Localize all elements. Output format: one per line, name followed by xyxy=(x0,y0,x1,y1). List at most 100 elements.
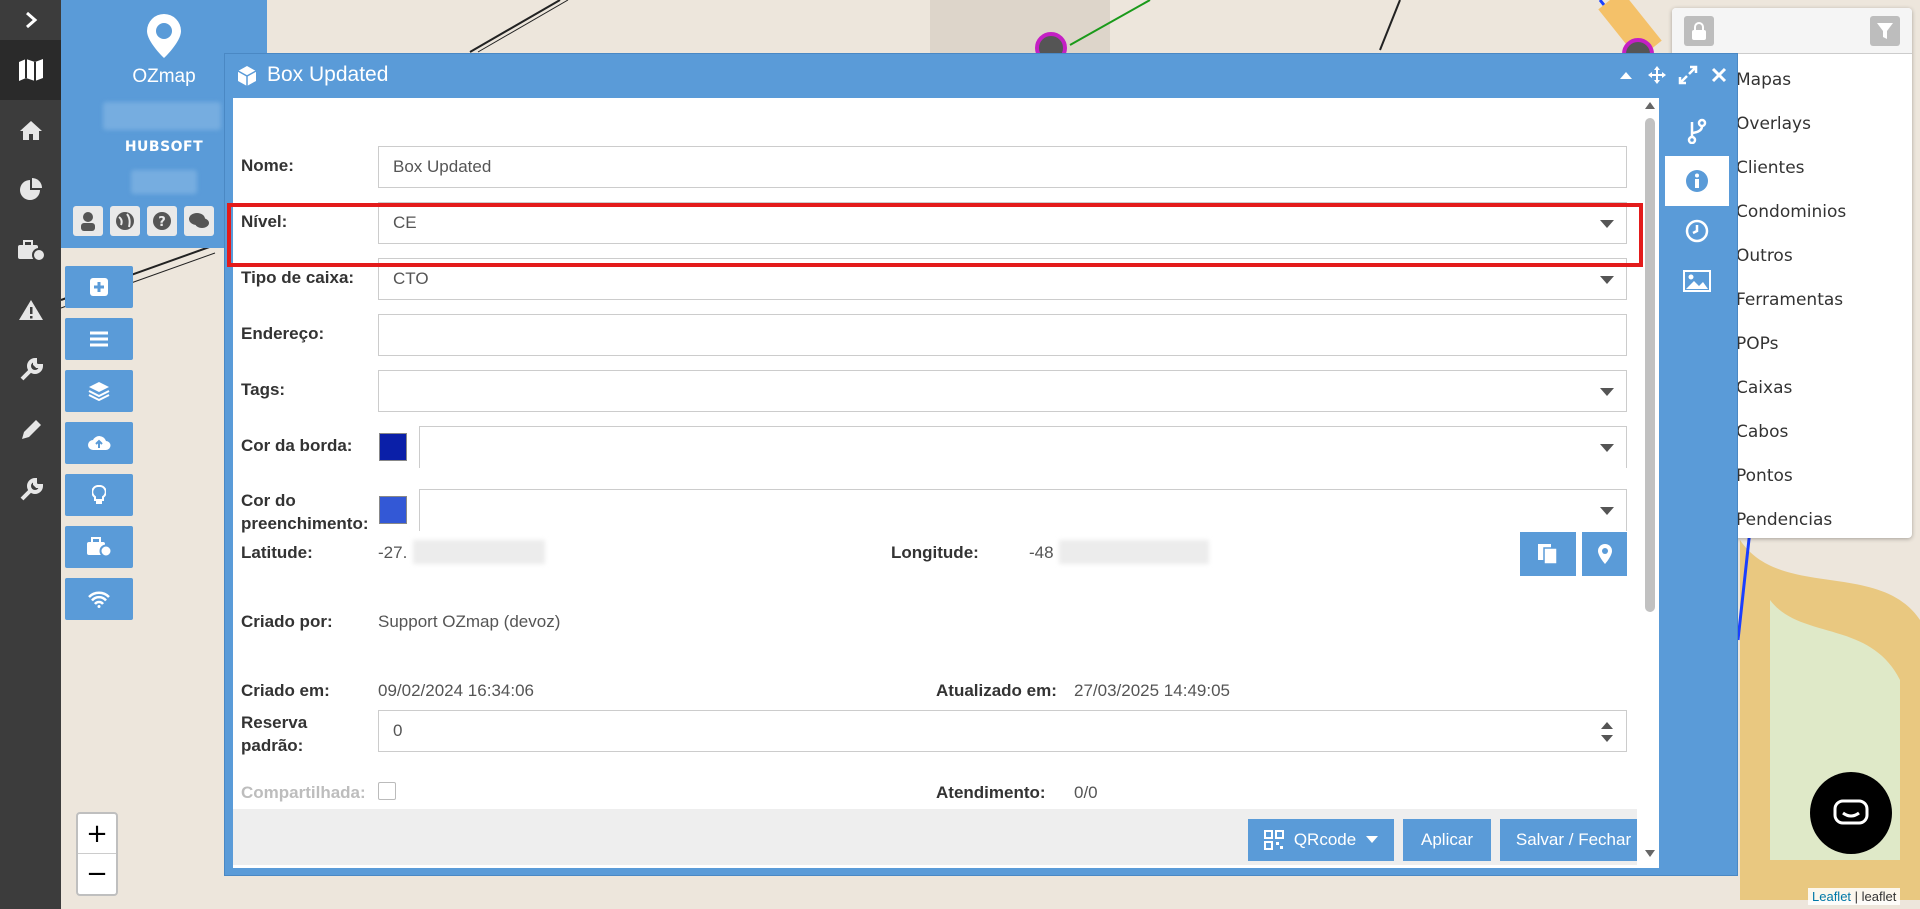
tags-select[interactable] xyxy=(378,370,1627,412)
scroll-down-arrow[interactable] xyxy=(1645,850,1655,857)
help-icon: ? xyxy=(153,212,171,230)
scroll-up-arrow[interactable] xyxy=(1645,102,1655,109)
add-element-button[interactable] xyxy=(65,266,133,308)
form-scrollbar[interactable] xyxy=(1642,98,1657,865)
redacted-latitude xyxy=(413,540,545,564)
cor-borda-label: Cor da borda: xyxy=(241,436,353,455)
list-button[interactable] xyxy=(65,318,133,360)
chevron-down-icon xyxy=(1600,276,1614,284)
qrcode-dropdown-button[interactable]: QRcode xyxy=(1248,819,1394,861)
clock-icon xyxy=(1685,219,1709,243)
warning-icon xyxy=(18,300,43,320)
salvar-fechar-button[interactable]: Salvar / Fechar xyxy=(1500,819,1637,861)
tools-nav-button[interactable] xyxy=(0,340,61,400)
filter-button[interactable] xyxy=(1870,15,1900,46)
tab-info[interactable] xyxy=(1665,156,1729,206)
tab-history[interactable] xyxy=(1665,206,1729,256)
home-nav-button[interactable] xyxy=(0,100,61,160)
dialog-title: Box Updated xyxy=(267,63,389,86)
comments-icon xyxy=(189,213,209,228)
nome-input[interactable]: Box Updated xyxy=(378,146,1627,188)
leaflet-link[interactable]: Leaflet xyxy=(1812,889,1851,904)
map-nav-button[interactable] xyxy=(0,40,61,100)
briefcase-clock-icon xyxy=(87,537,113,558)
edit-nav-button[interactable] xyxy=(0,400,61,460)
globe-icon xyxy=(116,212,134,230)
redacted-user xyxy=(131,170,197,194)
svg-text:?: ? xyxy=(158,215,166,230)
pie-chart-icon xyxy=(19,178,42,200)
settings-nav-button[interactable] xyxy=(0,460,61,520)
left-rail xyxy=(0,0,61,909)
wifi-button[interactable] xyxy=(65,578,133,620)
list-icon xyxy=(90,331,108,347)
latitude-label: Latitude: xyxy=(241,543,313,562)
criado-em-value: 09/02/2024 16:34:06 xyxy=(378,681,534,700)
dialog-side-tabs xyxy=(1665,106,1729,306)
redacted-company xyxy=(103,102,221,130)
cor-borda-select[interactable] xyxy=(419,426,1627,468)
endereco-input[interactable] xyxy=(378,314,1627,356)
chevron-down-icon xyxy=(1600,507,1614,515)
cor-preenchimento-swatch[interactable] xyxy=(379,496,407,524)
move-button[interactable] xyxy=(1647,64,1667,86)
reserva-label-1: Reserva xyxy=(241,713,308,732)
atendimento-value: 0/0 xyxy=(1074,783,1098,802)
compartilhada-checkbox[interactable] xyxy=(378,782,396,800)
qrcode-icon xyxy=(1263,830,1284,850)
tab-connections[interactable] xyxy=(1665,106,1729,156)
upload-button[interactable] xyxy=(65,422,133,464)
dialog-footer: QRcode Aplicar Salvar / Fechar xyxy=(233,809,1637,865)
atualizado-em-label: Atualizado em: xyxy=(936,681,1057,700)
collapse-button[interactable] xyxy=(1616,64,1636,86)
layers-icon xyxy=(88,382,110,401)
reserva-label-2: padrão: xyxy=(241,736,304,755)
lock-icon xyxy=(1692,21,1706,40)
copy-coordinates-button[interactable] xyxy=(1520,532,1576,576)
support-chat-button[interactable] xyxy=(1810,772,1892,854)
locate-on-map-button[interactable] xyxy=(1582,532,1627,576)
latitude-value: -27. xyxy=(378,543,408,562)
tab-images[interactable] xyxy=(1665,256,1729,306)
projects-button[interactable] xyxy=(65,526,133,568)
nome-label: Nome: xyxy=(241,156,294,175)
ozmap-logo: OZmap xyxy=(131,12,197,88)
cor-preenchimento-label-1: Cor do xyxy=(241,491,296,510)
profile-button[interactable] xyxy=(73,206,103,236)
chevron-down-icon xyxy=(1600,444,1614,452)
tipo-caixa-label: Tipo de caixa: xyxy=(241,268,355,287)
lock-button[interactable] xyxy=(1684,15,1714,46)
copy-icon xyxy=(1538,544,1558,565)
info-icon xyxy=(1686,170,1708,192)
maximize-button[interactable] xyxy=(1678,64,1698,86)
atualizado-em-value: 27/03/2025 14:49:05 xyxy=(1074,681,1230,700)
aplicar-button[interactable]: Aplicar xyxy=(1403,819,1491,861)
reserva-padrao-input[interactable]: 0 xyxy=(378,710,1627,752)
cor-preenchimento-select[interactable] xyxy=(419,489,1627,531)
projects-nav-button[interactable] xyxy=(0,220,61,280)
expand-menu-button[interactable] xyxy=(0,0,61,40)
help-button[interactable]: ? xyxy=(147,206,177,236)
briefcase-clock-icon xyxy=(17,240,46,262)
scroll-thumb[interactable] xyxy=(1645,118,1655,612)
tips-button[interactable] xyxy=(65,474,133,516)
cor-borda-swatch[interactable] xyxy=(379,433,407,461)
zoom-out-button[interactable]: − xyxy=(78,854,116,894)
cor-preenchimento-label-2: preenchimento: xyxy=(241,514,369,533)
chat-button[interactable] xyxy=(184,206,214,236)
dialog-titlebar[interactable]: Box Updated xyxy=(225,54,1739,98)
criado-por-value: Support OZmap (devoz) xyxy=(378,612,561,631)
highlight-tipo-caixa xyxy=(227,203,1643,267)
layers-button[interactable] xyxy=(65,370,133,412)
criado-em-label: Criado em: xyxy=(241,681,330,700)
wrench-icon xyxy=(20,477,43,501)
map-tools xyxy=(65,266,133,630)
reports-nav-button[interactable] xyxy=(0,160,61,220)
language-button[interactable] xyxy=(110,206,140,236)
close-button[interactable] xyxy=(1709,64,1729,86)
chat-bubble-icon xyxy=(1833,799,1869,825)
move-icon xyxy=(1648,66,1666,84)
zoom-in-button[interactable]: + xyxy=(78,814,116,854)
lightbulb-icon xyxy=(92,485,106,504)
alerts-nav-button[interactable] xyxy=(0,280,61,340)
